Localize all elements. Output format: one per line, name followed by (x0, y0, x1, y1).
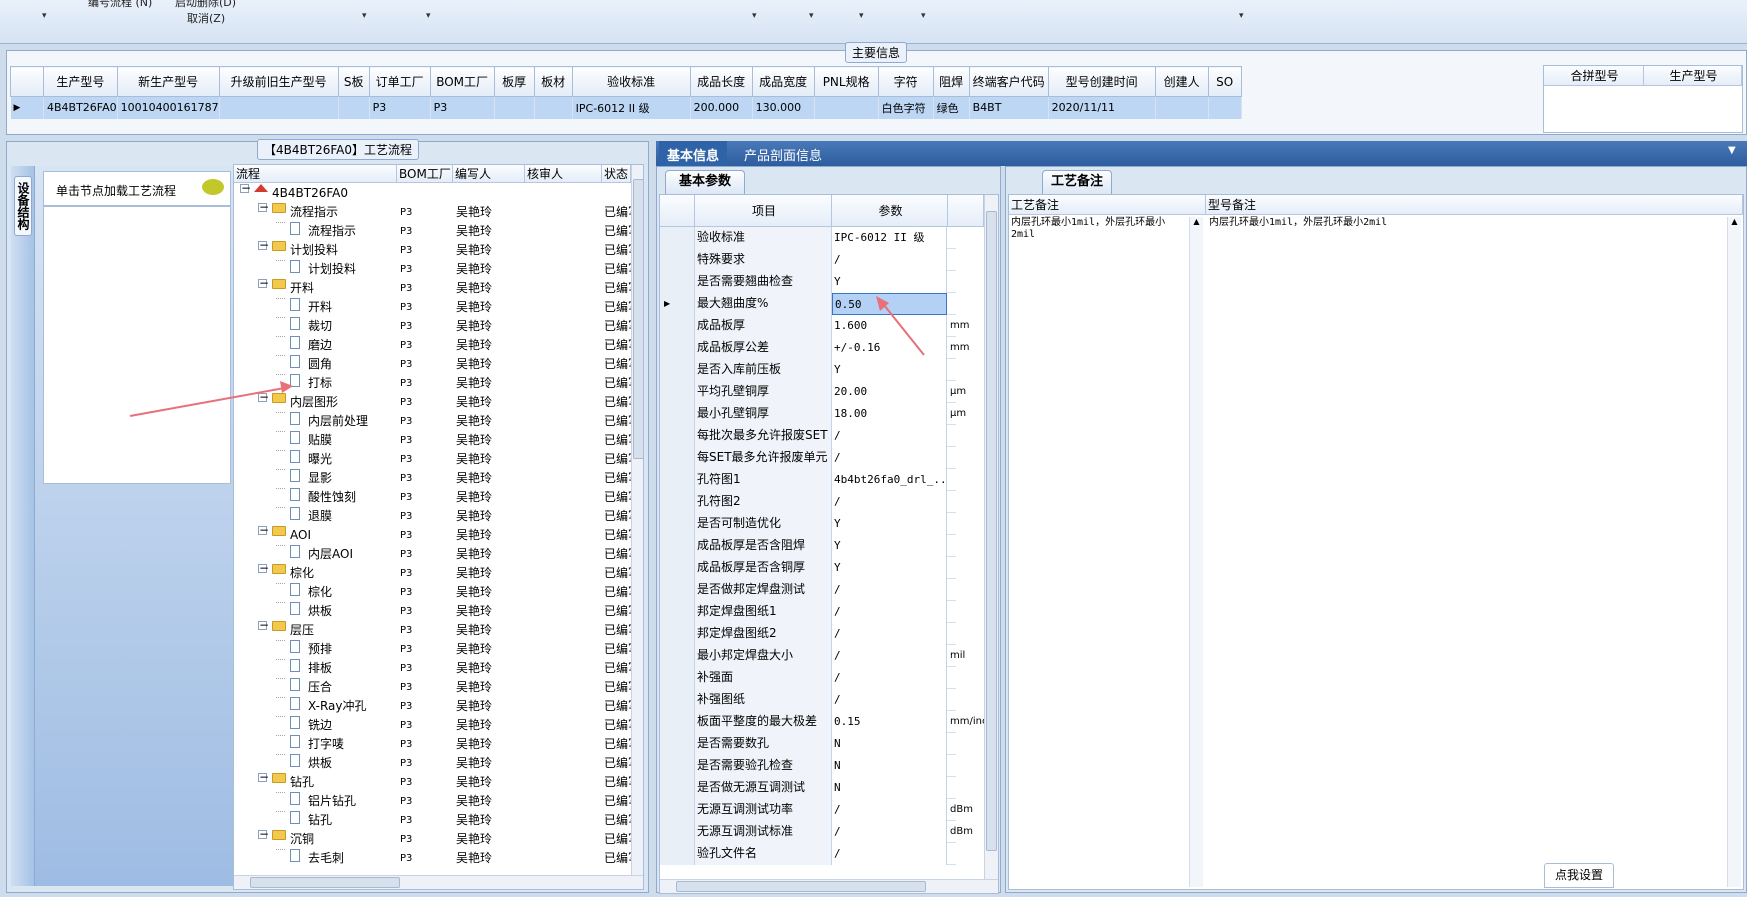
annotation-arrows (129, 296, 925, 417)
annotation-arrowhead-tree (280, 381, 293, 393)
annotation-arrow-param (879, 299, 925, 356)
annotation-arrow-tree (129, 386, 291, 417)
